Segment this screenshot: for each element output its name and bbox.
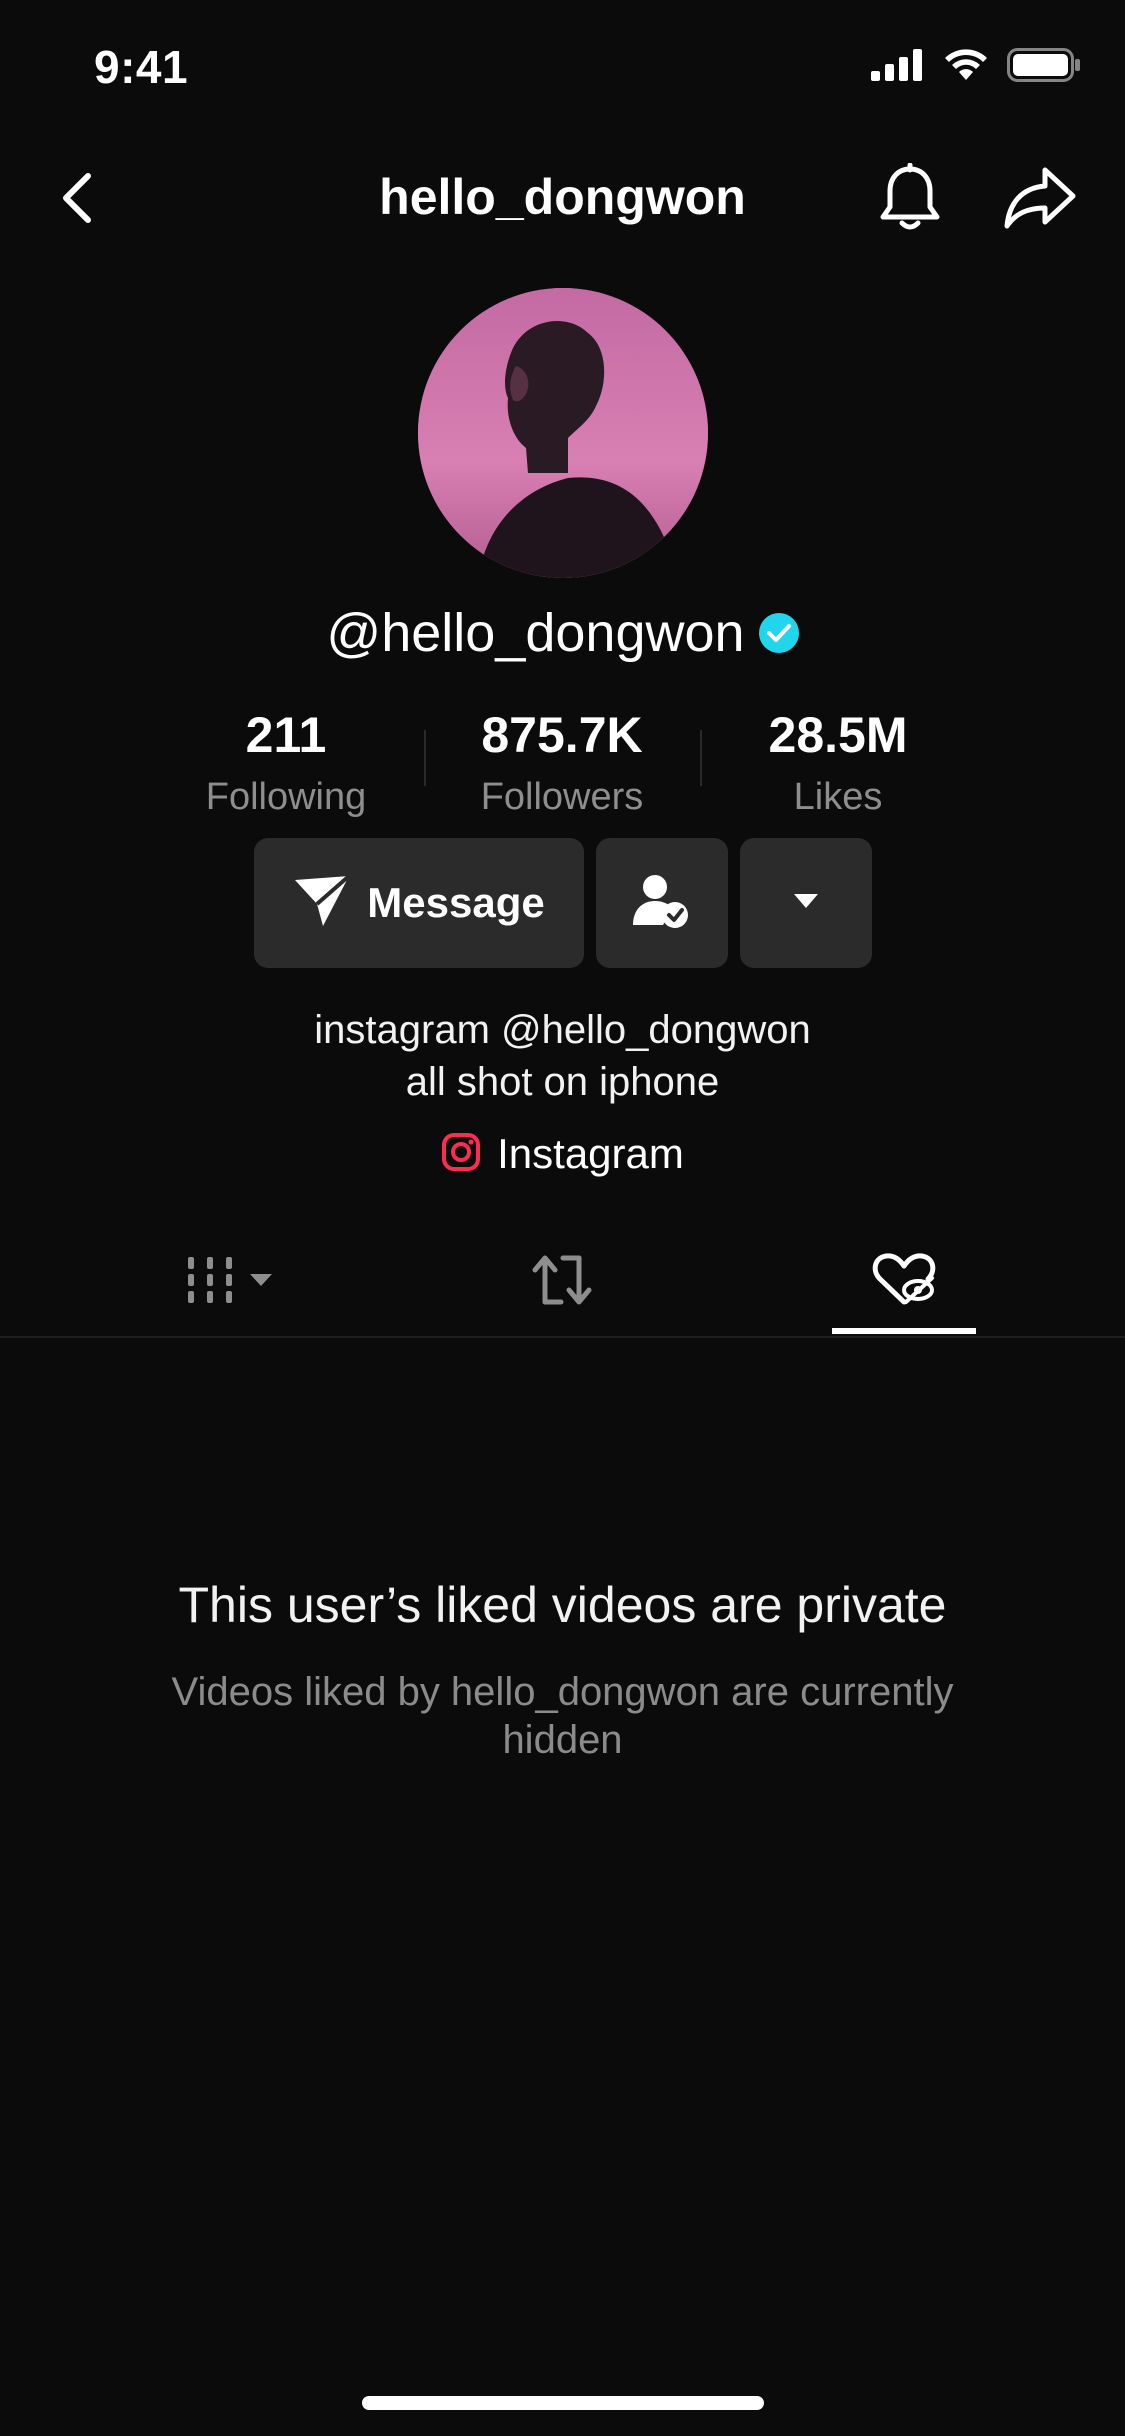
- suggested-accounts-button[interactable]: [740, 838, 872, 968]
- grid-icon: [186, 1255, 234, 1310]
- page-title: hello_dongwon: [379, 169, 746, 225]
- instagram-link[interactable]: Instagram: [0, 1130, 1125, 1178]
- share-button[interactable]: [998, 160, 1082, 240]
- empty-state-subtitle: Videos liked by hello_dongwon are curren…: [171, 1670, 954, 1762]
- tab-reposts[interactable]: [452, 1226, 672, 1338]
- profile-screen: 9:41 hello_dongwon @hello_dongwon 211 Fo…: [0, 0, 1125, 2436]
- stat-following[interactable]: 211 Following: [151, 700, 421, 822]
- stat-value: 875.7K: [481, 707, 643, 763]
- stat-followers[interactable]: 875.7K Followers: [427, 700, 697, 822]
- bio-line: all shot on iphone: [405, 1060, 720, 1104]
- message-button[interactable]: Message: [254, 838, 584, 968]
- avatar-photo: [418, 288, 708, 578]
- status-time: 9:41: [94, 41, 189, 93]
- profile-stats: 211 Following 875.7K Followers 28.5M Lik…: [0, 700, 1125, 820]
- stat-divider: [424, 730, 426, 786]
- home-indicator[interactable]: [362, 2396, 764, 2410]
- nav-bar: hello_dongwon: [0, 140, 1125, 260]
- instagram-link-label: Instagram: [497, 1130, 684, 1177]
- user-check-icon: [633, 873, 691, 934]
- heart-hidden-icon: [872, 1252, 936, 1313]
- stat-label: Followers: [480, 776, 644, 818]
- handle-row: @hello_dongwon: [0, 602, 1125, 664]
- repost-icon: [531, 1252, 593, 1313]
- following-status-button[interactable]: [596, 838, 728, 968]
- active-tab-indicator: [832, 1328, 976, 1334]
- caret-down-icon: [792, 892, 820, 915]
- stat-divider: [700, 730, 702, 786]
- profile-bio: instagram @hello_dongwon all shot on iph…: [0, 1004, 1125, 1108]
- verified-badge-icon: [758, 613, 799, 653]
- profile-actions: Message: [0, 838, 1125, 968]
- avatar[interactable]: [418, 288, 708, 578]
- status-bar: 9:41: [0, 0, 1125, 132]
- notifications-button[interactable]: [870, 160, 950, 240]
- share-arrow-icon: [1003, 166, 1077, 235]
- bio-line: instagram @hello_dongwon: [314, 1008, 811, 1052]
- instagram-icon: [441, 1132, 481, 1177]
- stat-label: Likes: [793, 776, 883, 818]
- stat-label: Following: [205, 776, 367, 818]
- wifi-icon: [943, 48, 989, 87]
- stat-likes[interactable]: 28.5M Likes: [703, 700, 973, 822]
- profile-handle: @hello_dongwon: [326, 603, 745, 663]
- message-button-label: Message: [367, 879, 545, 926]
- caret-down-icon: [248, 1272, 274, 1293]
- tab-videos[interactable]: [120, 1226, 340, 1338]
- bell-icon: [878, 162, 942, 238]
- empty-state-title: This user’s liked videos are private: [178, 1577, 947, 1633]
- tab-liked[interactable]: [832, 1226, 976, 1338]
- paper-plane-icon: [293, 873, 351, 933]
- battery-icon: [1007, 48, 1081, 87]
- content-tabs: [0, 1226, 1125, 1338]
- stat-value: 28.5M: [768, 707, 908, 763]
- status-icons: [871, 48, 1081, 87]
- cellular-signal-icon: [871, 49, 925, 86]
- stat-value: 211: [245, 707, 327, 763]
